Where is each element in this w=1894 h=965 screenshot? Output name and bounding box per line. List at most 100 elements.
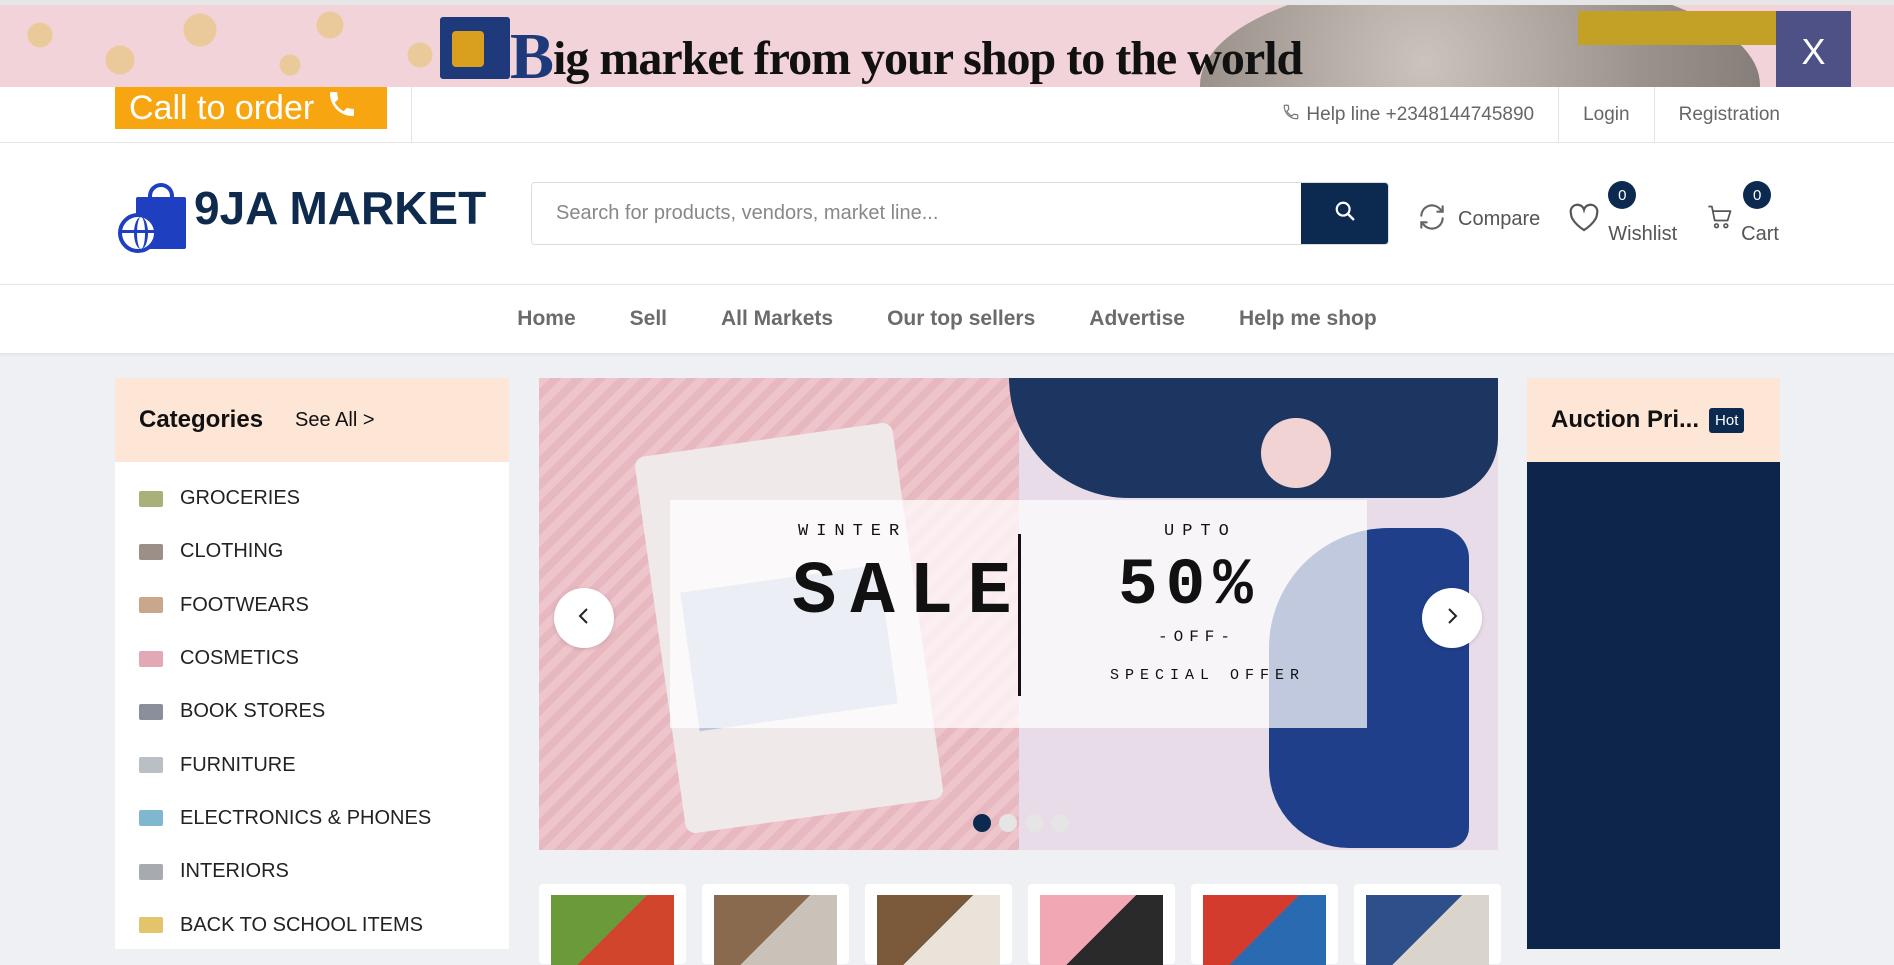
category-thumbnail [139,810,163,827]
compare-label: Compare [1458,208,1541,230]
header: 9JA MARKET Compare 0 Wishlist [0,143,1894,285]
cart-icon [1705,203,1735,237]
product-image [1366,895,1489,965]
hero-slider: WINTER SALE UPTO 50% -OFF- SPECIAL OFFER [539,378,1498,850]
phone-icon [326,88,358,128]
product-card-cosmetics[interactable] [1028,884,1175,965]
category-thumbnail [139,597,163,614]
top-ad-banner[interactable]: Big market from your shop to the world X [0,0,1894,87]
wishlist-count-badge: 0 [1608,181,1637,209]
search-button[interactable] [1301,183,1388,244]
shopping-bag-globe-icon [118,183,188,253]
category-thumbnail [139,490,163,507]
nav-help-me-shop[interactable]: Help me shop [1239,307,1377,331]
topbar: Call to order Help line +2348144745890 L… [0,87,1894,143]
special-offer-text: SPECIAL OFFER [1110,667,1306,684]
refresh-icon [1416,200,1448,240]
slider-prev-button[interactable] [554,588,614,648]
sale-off-text: -OFF- [1158,628,1237,646]
category-label: FURNITURE [180,753,296,776]
nav-top-sellers[interactable]: Our top sellers [887,307,1035,331]
category-label: ELECTRONICS & PHONES [180,806,432,829]
auction-panel: Auction Pri... Hot [1527,378,1780,949]
categories-panel: Categories See All > GROCERIES CLOTHING FO… [115,378,509,949]
search-input[interactable] [532,183,1301,244]
category-item[interactable]: ELECTRONICS & PHONES [115,792,509,845]
category-thumbnail [139,703,163,720]
auction-header: Auction Pri... Hot [1527,378,1780,462]
chevron-right-icon [1445,606,1459,631]
slider-dots [973,814,1069,832]
see-all-link[interactable]: See All > [295,409,375,432]
category-thumbnail [139,543,163,560]
category-label: COSMETICS [180,647,299,670]
category-label: GROCERIES [180,487,301,510]
category-item[interactable]: CLOTHING [115,525,509,578]
category-item[interactable]: FURNITURE [115,738,509,791]
product-card-footwear[interactable] [865,884,1012,965]
cart-button[interactable]: 0 Cart [1705,181,1779,246]
slider-dot[interactable] [1051,814,1069,832]
call-to-order-label: Call to order [129,88,315,127]
chevron-left-icon [577,606,591,631]
nav-home[interactable]: Home [517,307,575,331]
slider-dot[interactable] [973,814,991,832]
product-card-clothing[interactable] [702,884,849,965]
category-thumbnail [139,757,163,774]
close-icon: X [1801,30,1826,72]
phone-outline-icon [1282,103,1300,127]
category-thumbnail [139,863,163,880]
category-item[interactable]: BOOK STORES [115,685,509,738]
sale-percent: 50% [1118,548,1261,623]
category-thumbnail [139,917,163,934]
product-card-groceries[interactable] [539,884,686,965]
category-item[interactable]: GROCERIES [115,472,509,525]
category-item[interactable]: COSMETICS [115,632,509,685]
slider-next-button[interactable] [1422,588,1482,648]
nav-all-markets[interactable]: All Markets [721,307,833,331]
compare-button[interactable]: Compare [1416,200,1540,240]
nav-sell[interactable]: Sell [630,307,667,331]
helpline[interactable]: Help line +2348144745890 [1258,87,1558,143]
product-card-books[interactable] [1191,884,1338,965]
category-label: CLOTHING [180,540,284,563]
sale-text: SALE [792,551,1026,635]
close-banner-button[interactable]: X [1776,11,1851,87]
registration-link[interactable]: Registration [1653,87,1780,143]
categories-title: Categories [139,406,264,433]
call-to-order-button[interactable]: Call to order [115,87,387,129]
login-link[interactable]: Login [1558,87,1654,143]
cart-label: Cart [1741,223,1779,245]
category-item[interactable]: INTERIORS [115,845,509,898]
product-card-furniture[interactable] [1354,884,1501,965]
wishlist-label: Wishlist [1608,223,1678,245]
helpline-text: Help line +2348144745890 [1306,104,1535,125]
stars-decoration [0,5,460,87]
topbar-divider [411,87,412,143]
auction-title: Auction Pri... [1551,406,1700,433]
shopping-bag-icon [452,31,484,67]
main-nav: Home Sell All Markets Our top sellers Ad… [0,285,1894,354]
category-item[interactable]: FOOTWEARS [115,579,509,632]
product-image [714,895,837,965]
header-actions: Compare 0 Wishlist 0 Cart [1416,181,1779,246]
nav-advertise[interactable]: Advertise [1089,307,1185,331]
category-list: GROCERIES CLOTHING FOOTWEARS COSMETICS BOOK … [115,462,509,952]
search-bar [531,182,1389,245]
sale-divider [1018,534,1021,696]
slider-dot[interactable] [999,814,1017,832]
pompom-image [1261,418,1331,488]
category-label: BACK TO SCHOOL ITEMS [180,913,424,936]
category-label: INTERIORS [180,860,289,883]
product-image [1040,895,1163,965]
slider-dot[interactable] [1025,814,1043,832]
sale-winter-text: WINTER [798,522,908,541]
sale-overlay: WINTER SALE UPTO 50% -OFF- SPECIAL OFFER [670,500,1367,728]
product-image [877,895,1000,965]
wishlist-button[interactable]: 0 Wishlist [1566,181,1678,246]
search-icon [1334,200,1356,227]
category-item[interactable]: BACK TO SCHOOL ITEMS [115,898,509,951]
brand-logo[interactable]: 9JA MARKET [118,182,486,253]
category-thumbnail [139,650,163,667]
heart-icon [1566,201,1602,239]
